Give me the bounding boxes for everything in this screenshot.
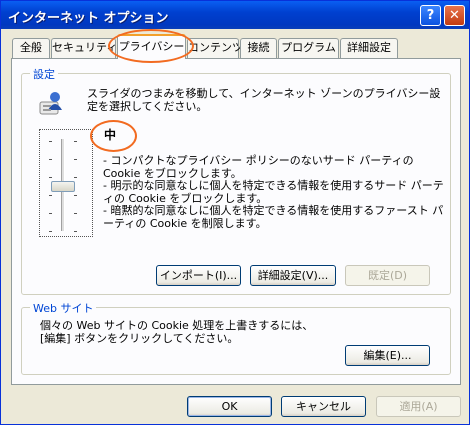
cancel-button[interactable]: キャンセル [281, 396, 366, 417]
ok-button[interactable]: OK [187, 396, 272, 417]
edit-button[interactable]: 編集(E)... [345, 345, 430, 366]
tab-advanced[interactable]: 詳細設定 [340, 38, 398, 58]
tab-connections[interactable]: 接続 [240, 38, 277, 58]
websites-description-line2: [編集] ボタンをクリックしてください。 [40, 332, 239, 345]
slider-tick [49, 177, 52, 178]
slider-tick [74, 213, 77, 214]
level-description-1: - コンパクトなプライバシー ポリシーのないサード パーティの Cookie を… [103, 154, 414, 180]
default-button[interactable]: 既定(D) [345, 265, 430, 286]
apply-button[interactable]: 適用(A) [376, 396, 461, 417]
privacy-slider-thumb[interactable] [51, 181, 75, 192]
import-button[interactable]: インポート(I)... [156, 265, 241, 286]
websites-legend: Web サイト [30, 300, 97, 316]
level-description-3: - 暗黙的な同意なしに個人を特定できる情報を使用するファースト パーティの Co… [103, 204, 444, 230]
level-description-2: - 明示的な同意なしに個人を特定できる情報を使用するサード パーティの Cook… [103, 179, 444, 205]
window-title: インターネット オプション [8, 11, 169, 26]
tab-security[interactable]: セキュリティ [51, 38, 117, 58]
settings-legend: 設定 [30, 66, 58, 82]
privacy-person-icon [39, 92, 62, 115]
slider-tick [74, 195, 77, 196]
tab-programs[interactable]: プログラム [278, 38, 339, 58]
slider-tick [49, 231, 52, 232]
slider-tick [74, 141, 77, 142]
slider-tick [74, 177, 77, 178]
help-button[interactable]: ? [420, 5, 441, 26]
tab-content[interactable]: コンテンツ [187, 38, 243, 58]
slider-tick [49, 195, 52, 196]
websites-description-line1: 個々の Web サイトの Cookie 処理を上書きするには、 [40, 319, 314, 332]
title-bar[interactable]: インターネット オプション ? ✕ [1, 1, 469, 29]
slider-tick [74, 159, 77, 160]
tab-general[interactable]: 全般 [12, 38, 50, 58]
slider-tick [49, 213, 52, 214]
slider-tick [74, 231, 77, 232]
close-button[interactable]: ✕ [444, 5, 465, 26]
internet-options-window: インターネット オプション ? ✕ 全般 セキュリティ プライバシー コンテンツ… [0, 0, 470, 425]
privacy-level-label: 中 [104, 128, 117, 142]
advanced-button[interactable]: 詳細設定(V)... [250, 265, 336, 286]
slider-tick [49, 141, 52, 142]
tab-privacy[interactable]: プライバシー [117, 34, 186, 59]
settings-description: スライダのつまみを移動して、インターネット ゾーンのプライバシー設定を選択してく… [87, 87, 441, 113]
slider-tick [49, 159, 52, 160]
